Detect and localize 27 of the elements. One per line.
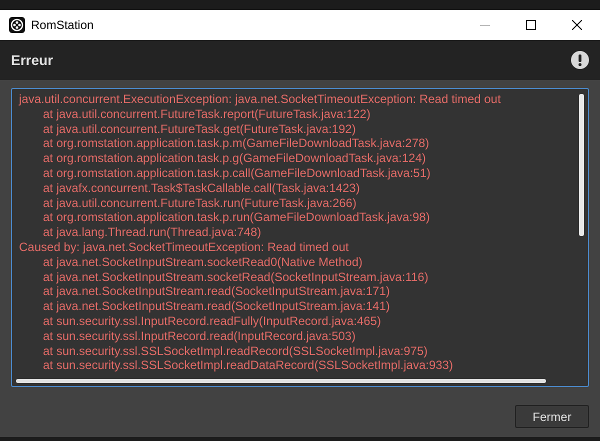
minimize-icon [480,24,490,26]
log-line: at sun.security.ssl.InputRecord.read(InputRecord.java:503) [42,328,356,344]
log-line: at java.util.concurrent.FutureTask.report(FutureTask.java:122) [42,106,370,122]
window-title: RomStation [31,17,94,34]
log-line: java.util.concurrent.ExecutionException: java.net.SocketTimeoutException: Read timed out [19,92,501,107]
log-line: at sun.security.ssl.SSLSocketImpl.readRecord(SSLSocketImpl.java:975) [42,344,428,358]
log-line: at java.util.concurrent.FutureTask.run(FutureTask.java:266) [42,196,356,210]
maximize-icon [526,20,536,30]
log-line: at org.romstation.application.task.p.g(GameFileDownloadTask.java:124) [42,151,426,166]
log-line: at java.net.SocketInputStream.socketRead0(Native Method) [42,254,362,270]
log-line: at java.lang.Thread.run(Thread.java:748) [42,225,262,240]
log-line: at java.net.SocketInputStream.read(SocketInputStream.java:141) [42,299,390,314]
close-dialog-button[interactable]: Fermer [515,405,589,428]
close-icon [572,20,582,30]
app-logo-icon [9,17,25,33]
log-line: Caused by: java.net.SocketTimeoutException: Read timed out [19,240,349,255]
log-line: at sun.security.ssl.SSLSocketImpl.readDataRecord(SSLSocketImpl.java:933) [42,358,453,374]
log-line: at java.net.SocketInputStream.socketRead(SocketInputStream.java:116) [42,270,428,284]
log-line: at org.romstation.application.task.p.m(GameFileDownloadTask.java:278) [42,136,430,152]
dialog-title: Erreur [11,50,54,70]
log-line: at org.romstation.application.task.p.call(GameFileDownloadTask.java:51) [42,166,431,181]
log-line: at org.romstation.application.task.p.run(GameFileDownloadTask.java:98) [42,210,430,226]
log-line: at java.net.SocketInputStream.read(SocketInputStream.java:171) [42,284,390,300]
log-line: at java.util.concurrent.FutureTask.get(FutureTask.java:192) [42,122,356,136]
log-line: at javafx.concurrent.Task$TaskCallable.call(Task.java:1423) [42,180,360,196]
log-line: at sun.security.ssl.InputRecord.readFully(InputRecord.java:465) [42,314,381,329]
warning-icon [571,51,589,69]
